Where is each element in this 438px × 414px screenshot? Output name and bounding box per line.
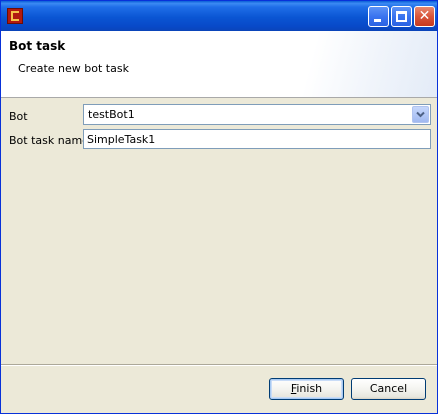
cancel-button[interactable]: Cancel <box>351 378 426 400</box>
close-button[interactable]: ✕ <box>414 6 435 27</box>
page-title: Bot task <box>9 39 66 53</box>
bot-select-value: testBot1 <box>88 108 135 121</box>
finish-button[interactable]: Finish <box>269 378 344 400</box>
minimize-icon <box>374 19 381 22</box>
bot-select[interactable]: testBot1 <box>83 104 431 125</box>
dialog-window: ✕ Bot task Create new bot task Bot testB… <box>0 0 438 414</box>
chevron-down-icon <box>416 111 425 118</box>
maximize-button[interactable] <box>391 6 412 27</box>
finish-label: inish <box>296 382 323 395</box>
bot-label: Bot <box>9 110 28 123</box>
task-name-input[interactable] <box>83 129 431 149</box>
page-description: Create new bot task <box>18 62 129 75</box>
button-bar-separator <box>1 364 437 366</box>
task-name-label: Bot task name <box>9 134 89 147</box>
minimize-button[interactable] <box>368 6 389 27</box>
wizard-header: Bot task Create new bot task <box>1 31 437 98</box>
close-icon: ✕ <box>418 8 431 24</box>
dropdown-button[interactable] <box>412 106 429 123</box>
title-bar[interactable]: ✕ <box>1 1 437 31</box>
maximize-icon <box>396 11 407 22</box>
application-icon <box>7 8 23 24</box>
